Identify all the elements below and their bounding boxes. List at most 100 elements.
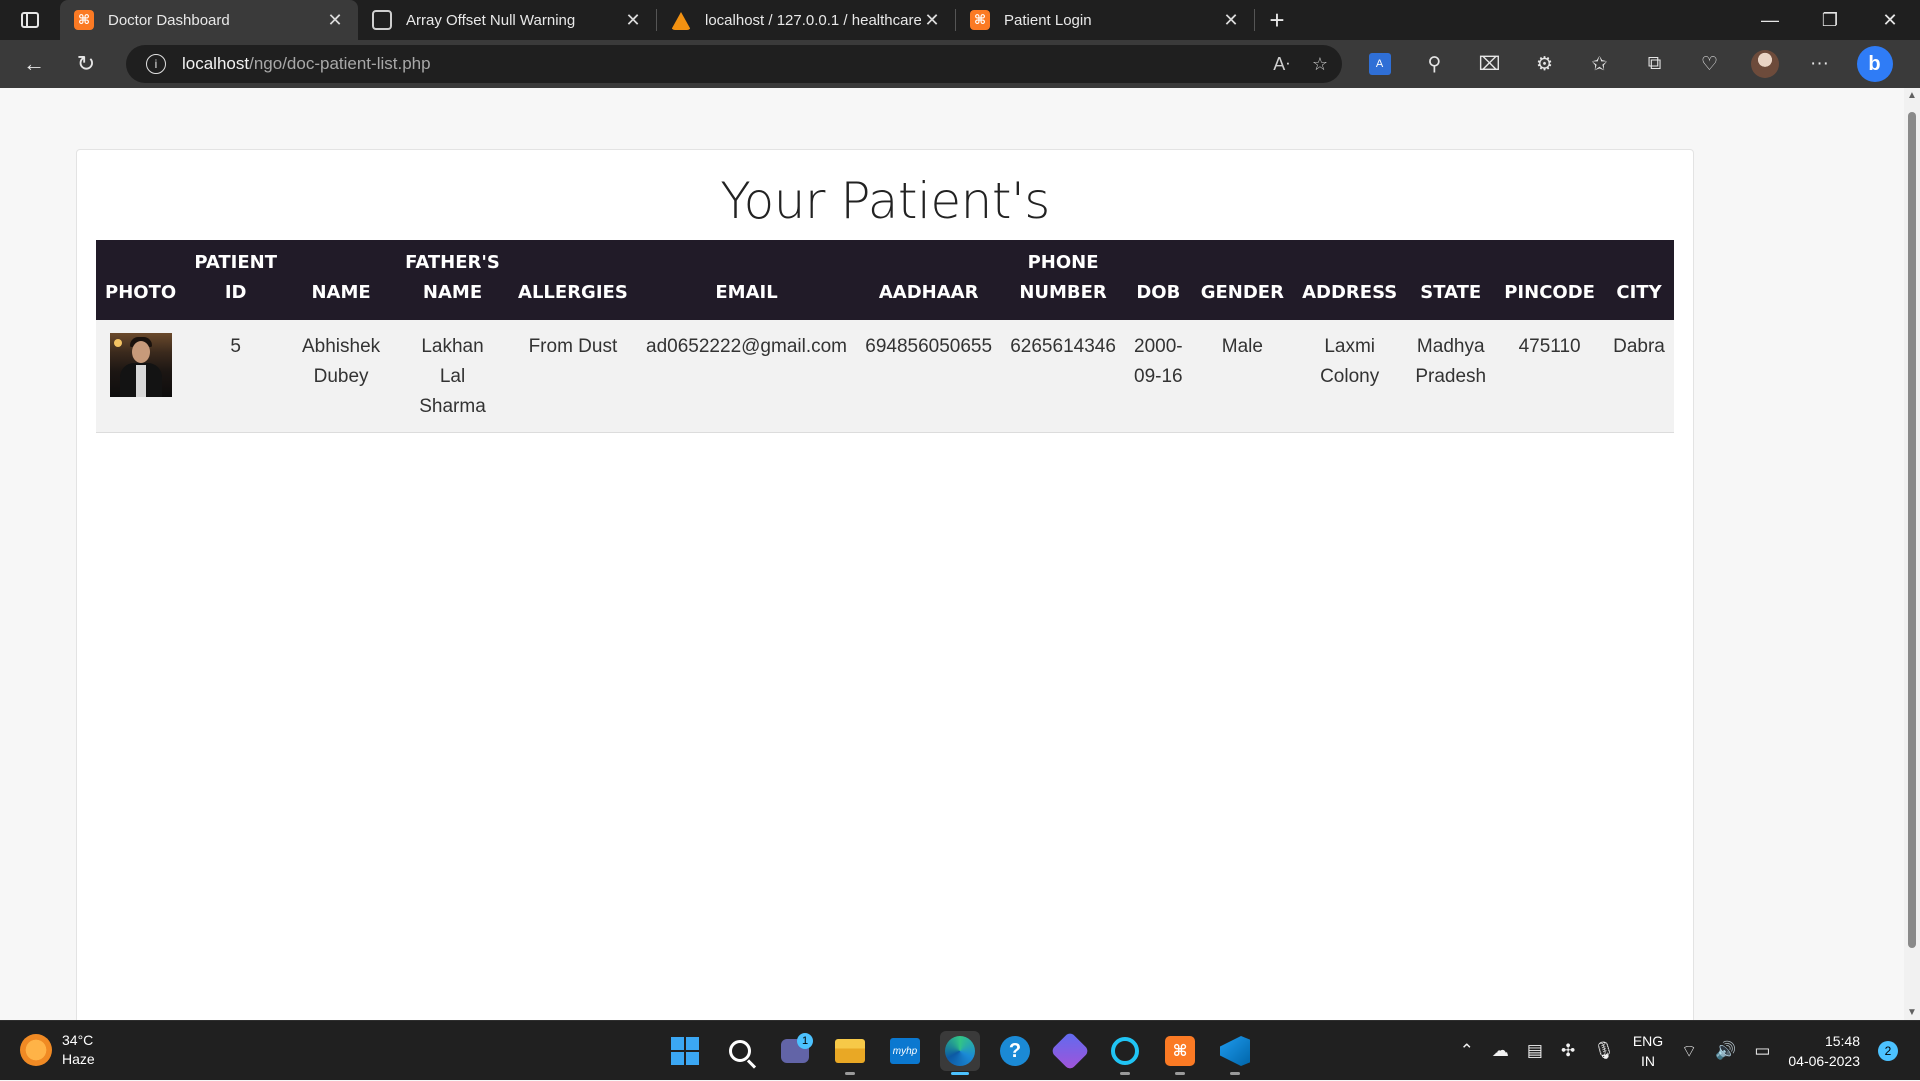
file-explorer-button[interactable] (830, 1031, 870, 1075)
scroll-up-icon[interactable]: ▲ (1904, 90, 1920, 101)
close-icon[interactable]: ✕ (324, 10, 346, 31)
battery-icon[interactable]: ▭ (1754, 1041, 1770, 1061)
screenshot-icon[interactable]: ⌧ (1462, 53, 1517, 76)
folder-icon (835, 1039, 865, 1063)
wifi-icon[interactable]: ⌔ (1681, 1041, 1697, 1062)
network-error-icon[interactable]: ✣ (1561, 1041, 1575, 1061)
col-dob: DOB (1125, 240, 1192, 320)
header-label: NAME (311, 282, 371, 303)
notification-badge[interactable]: 2 (1878, 1041, 1898, 1061)
restore-button[interactable]: ❐ (1800, 0, 1860, 40)
page-scrollbar[interactable]: ▲ ▼ (1904, 88, 1920, 1020)
start-button[interactable] (665, 1031, 705, 1071)
scroll-down-icon[interactable]: ▼ (1904, 1007, 1920, 1018)
tab-actions-button[interactable] (0, 0, 60, 40)
header-label: EMAIL (715, 282, 778, 303)
cell-state: Madhya Pradesh (1406, 320, 1495, 432)
bing-chat-button[interactable]: b (1847, 46, 1902, 82)
col-state: STATE (1406, 240, 1495, 320)
weather-condition: Haze (62, 1051, 95, 1067)
profile-button[interactable] (1737, 50, 1792, 78)
cell-aadhaar: 694856050655 (865, 336, 993, 357)
url-field[interactable]: i localhost/ngo/doc-patient-list.php Aᐧ … (126, 45, 1342, 83)
edge-button[interactable] (940, 1031, 980, 1075)
close-icon[interactable]: ✕ (622, 10, 644, 31)
vscode-button[interactable] (1215, 1031, 1255, 1075)
col-patient-id: PATIENT ID (185, 240, 286, 320)
header-label: PHONE (1027, 252, 1099, 273)
get-help-button[interactable]: ? (995, 1031, 1035, 1071)
cell-phone: 6265614346 (1010, 336, 1116, 357)
alexa-icon (1111, 1037, 1139, 1065)
performance-icon[interactable]: ♡ (1682, 53, 1737, 76)
tab-array-offset[interactable]: Array Offset Null Warning ✕ (358, 0, 656, 40)
url-path: /ngo/doc-patient-list.php (249, 54, 431, 73)
xampp-icon: ⌘ (1165, 1036, 1195, 1066)
site-info-icon[interactable]: i (146, 54, 166, 74)
header-label: NUMBER (1019, 282, 1107, 303)
add-favorite-icon[interactable]: ☆ (1312, 54, 1328, 75)
cell-photo (96, 320, 185, 432)
favorites-icon[interactable]: ✩ (1572, 53, 1627, 76)
more-options-icon[interactable]: ··· (1792, 53, 1847, 75)
page-viewport: Your Patient's PHOTO PATIENT ID NAME FATH… (0, 88, 1904, 1020)
header-label: GENDER (1200, 282, 1284, 303)
col-gender: GENDER (1192, 240, 1293, 320)
myhp-button[interactable]: myhp (885, 1031, 925, 1071)
table-row: 5 Abhishek Dubey Lakhan Lal Sharma From Dus… (96, 320, 1674, 432)
onedrive-icon[interactable]: ☁ (1492, 1041, 1509, 1061)
weather-text: 34°C Haze (62, 1031, 95, 1069)
cast-icon[interactable]: ▤ (1527, 1041, 1543, 1061)
header-label: DOB (1136, 282, 1181, 303)
copilot-button[interactable] (1050, 1031, 1090, 1071)
search-button[interactable] (720, 1031, 760, 1071)
help-icon: ? (1000, 1036, 1030, 1066)
close-window-button[interactable]: ✕ (1860, 0, 1920, 40)
col-city: CITY (1604, 240, 1674, 320)
header-label: FATHER'S (405, 252, 500, 273)
refresh-button[interactable]: ↻ (60, 44, 112, 84)
patient-list-card: Your Patient's PHOTO PATIENT ID NAME FATH… (76, 149, 1694, 1020)
tab-title: Array Offset Null Warning (406, 11, 576, 29)
translate-extension-button[interactable]: A (1352, 53, 1407, 75)
chatgpt-icon (372, 10, 392, 30)
scrollbar-thumb[interactable] (1908, 112, 1916, 948)
weather-widget[interactable]: 34°C Haze (20, 1031, 95, 1069)
volume-icon[interactable]: 🔊 (1715, 1041, 1736, 1061)
cell-text: Madhya (1416, 336, 1485, 357)
close-icon[interactable]: ✕ (921, 10, 943, 31)
alexa-button[interactable] (1105, 1031, 1145, 1075)
close-icon[interactable]: ✕ (1220, 10, 1242, 31)
ext-translate-2-icon[interactable]: ⚲ (1407, 53, 1462, 76)
tab-phpmyadmin[interactable]: localhost / 127.0.0.1 / healthcare ✕ (657, 0, 955, 40)
col-allergies: ALLERGIES (509, 240, 637, 320)
extensions-toolbar: A ⚲ ⌧ ⚙ ✩ ⧉ ♡ ··· b (1352, 46, 1902, 82)
teams-chat-button[interactable]: 1 (775, 1031, 815, 1071)
weather-haze-icon (20, 1034, 52, 1066)
back-button[interactable]: ← (8, 44, 60, 84)
header-label: PATIENT (194, 252, 277, 273)
extensions-icon[interactable]: ⚙ (1517, 53, 1572, 76)
language-indicator[interactable]: ENG IN (1633, 1031, 1663, 1071)
collections-icon[interactable]: ⧉ (1627, 53, 1682, 75)
tab-doctor-dashboard[interactable]: ⌘ Doctor Dashboard ✕ (60, 0, 358, 40)
address-bar: ← ↻ i localhost/ngo/doc-patient-list.php… (0, 40, 1920, 88)
teams-badge: 1 (797, 1033, 813, 1049)
xampp-button[interactable]: ⌘ (1160, 1031, 1200, 1075)
cell-text: Sharma (419, 396, 486, 417)
cell-patient-id: 5 (230, 336, 241, 357)
cell-allergies: From Dust (528, 336, 618, 357)
header-label: CITY (1616, 282, 1662, 303)
url-host: localhost (182, 54, 250, 73)
read-aloud-icon[interactable]: Aᐧ (1273, 54, 1290, 75)
clock[interactable]: 15:48 04-06-2023 (1788, 1031, 1860, 1071)
tab-patient-login[interactable]: ⌘ Patient Login ✕ (956, 0, 1254, 40)
language-code: ENG (1632, 1033, 1664, 1049)
edge-icon (945, 1036, 975, 1066)
minimize-button[interactable]: — (1740, 0, 1800, 40)
new-tab-button[interactable]: + (1255, 0, 1299, 40)
cell-text: 2000- (1134, 336, 1183, 357)
chevron-up-icon[interactable]: ⌃ (1460, 1041, 1474, 1061)
tab-title: Patient Login (1004, 11, 1092, 29)
microphone-icon[interactable]: 🎙 (1593, 1041, 1615, 1061)
